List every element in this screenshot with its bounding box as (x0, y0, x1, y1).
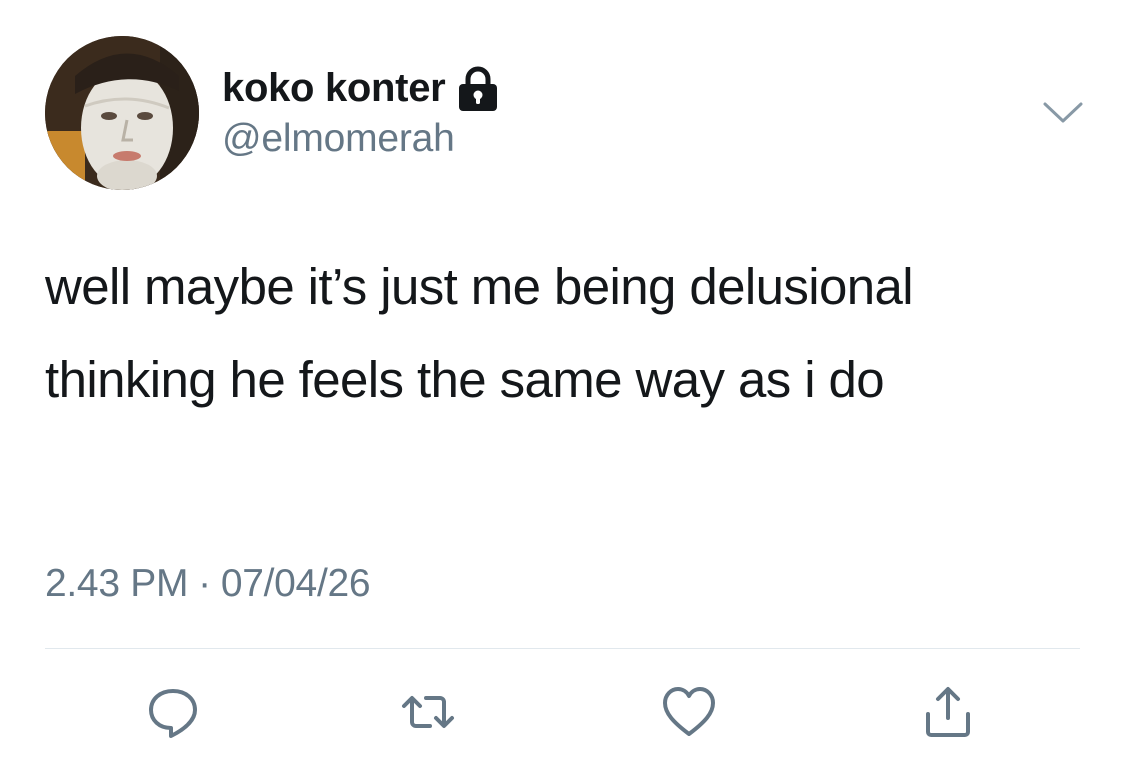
reply-button[interactable] (143, 682, 203, 742)
tweet-time: 2.43 PM (45, 562, 189, 605)
tweet-date: 07/04/26 (220, 562, 371, 605)
retweet-icon (402, 696, 454, 728)
like-button[interactable] (659, 682, 719, 742)
divider (45, 648, 1080, 649)
avatar[interactable] (45, 36, 199, 190)
heart-icon (663, 687, 715, 736)
user-handle[interactable]: @elmomerah (222, 117, 455, 161)
tweet-text: well maybe it’s just me being delusional… (45, 258, 914, 408)
lock-icon (457, 66, 499, 112)
reply-icon (149, 689, 197, 738)
timestamp-separator: · (198, 562, 211, 605)
share-button[interactable] (918, 682, 978, 742)
display-name[interactable]: koko konter (222, 66, 446, 111)
chevron-down-icon[interactable] (1042, 100, 1084, 126)
retweet-button[interactable] (398, 682, 458, 742)
tweet-timestamp[interactable]: 2.43 PM · 07/04/26 (45, 562, 371, 606)
share-icon (926, 687, 970, 737)
user-header[interactable]: koko konter (222, 62, 499, 114)
avatar-photo (45, 36, 199, 190)
